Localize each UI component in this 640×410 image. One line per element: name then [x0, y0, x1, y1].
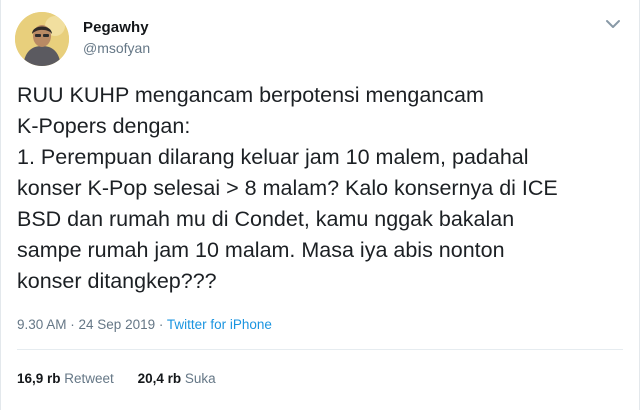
- retweets-count: 16,9 rb: [17, 371, 65, 386]
- tweet-text-line: konser ditangkep???: [17, 269, 217, 293]
- tweet-text-line: 1. Perempuan dilarang keluar jam 10 male…: [17, 145, 529, 169]
- likes-stat[interactable]: 20,4 rb Suka: [138, 371, 216, 386]
- tweet-card: Pegawhy @msofyan RUU KUHP mengancam berp…: [0, 0, 640, 410]
- avatar[interactable]: [15, 12, 69, 66]
- likes-label: Suka: [184, 371, 216, 386]
- tweet-stats: 16,9 rb Retweet 20,4 rb Suka: [17, 371, 236, 386]
- chevron-down-icon[interactable]: [605, 18, 621, 30]
- tweet-text-line: konser K-Pop selesai > 8 malam? Kalo kon…: [17, 176, 558, 200]
- tweet-timestamp[interactable]: 9.30 AM · 24 Sep 2019 ·: [17, 317, 167, 332]
- author-handle[interactable]: @msofyan: [83, 40, 150, 56]
- divider: [17, 349, 623, 350]
- tweet-meta: 9.30 AM · 24 Sep 2019 · Twitter for iPho…: [17, 317, 272, 332]
- tweet-text-line: sampe rumah jam 10 malam. Masa iya abis …: [17, 238, 505, 262]
- retweets-stat[interactable]: 16,9 rb Retweet: [17, 371, 114, 386]
- tweet-text-line: K-Popers dengan:: [17, 114, 191, 138]
- retweets-label: Retweet: [64, 371, 114, 386]
- tweet-text-line: BSD dan rumah mu di Condet, kamu nggak b…: [17, 207, 515, 231]
- tweet-text-line: RUU KUHP mengancam berpotensi mengancam: [17, 83, 484, 107]
- tweet-text: RUU KUHP mengancam berpotensi mengancam …: [17, 80, 625, 297]
- tweet-source-link[interactable]: Twitter for iPhone: [167, 317, 272, 332]
- avatar-image: [15, 12, 69, 66]
- author-display-name[interactable]: Pegawhy: [83, 19, 149, 36]
- likes-count: 20,4 rb: [137, 371, 185, 386]
